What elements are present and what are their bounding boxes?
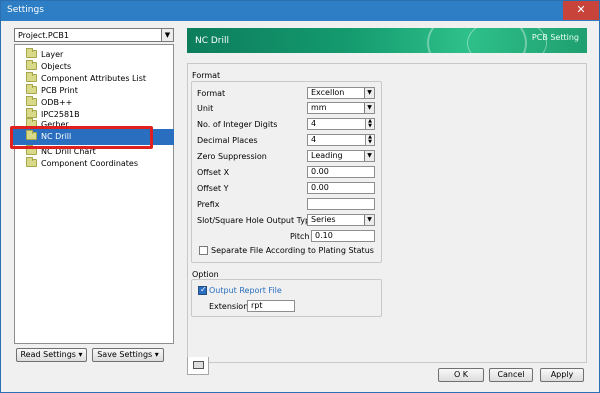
format-select[interactable]: Excellon ▼ [307, 87, 375, 99]
project-select[interactable]: Project.PCB1 ▼ [14, 28, 174, 42]
pitch-input[interactable]: 0.10 [311, 230, 375, 242]
tree-item-label: Component Attributes List [41, 74, 147, 83]
page-title: NC Drill [195, 36, 230, 46]
unit-select-value: mm [311, 103, 327, 112]
folder-icon [26, 72, 37, 82]
offset-y-input[interactable]: 0.00 [307, 182, 375, 194]
tree-item-label: Component Coordinates [41, 159, 139, 168]
spinner-arrows-icon[interactable]: ▲ ▼ [365, 119, 374, 129]
integer-digits-label: No. of Integer Digits [197, 120, 278, 129]
slot-output-type-select[interactable]: Series ▼ [307, 214, 375, 226]
offset-x-label: Offset X [197, 168, 230, 177]
title-bar: Settings ✕ [1, 1, 599, 21]
read-settings-button[interactable]: Read Settings ▾ [16, 348, 87, 362]
output-report-label: Output Report File [209, 286, 282, 295]
tree-item-label: IPC2581B [41, 110, 80, 119]
separate-file-checkbox[interactable] [199, 246, 208, 255]
chevron-down-icon: ▾ [78, 350, 83, 359]
chevron-down-icon[interactable]: ▼ [364, 215, 374, 225]
unit-label: Unit [197, 104, 214, 113]
chevron-down-icon: ▾ [154, 350, 159, 359]
unit-select[interactable]: mm ▼ [307, 102, 375, 114]
integer-digits-value: 4 [311, 119, 317, 128]
extension-value: rpt [251, 301, 263, 310]
prefix-input[interactable] [307, 198, 375, 210]
read-settings-label: Read Settings [20, 350, 76, 359]
tree-item-component-attributes-list[interactable]: Component Attributes List [26, 72, 147, 85]
chevron-down-icon[interactable]: ▼ [364, 88, 374, 98]
settings-window: Settings ✕ Project.PCB1 ▼ Layer Objects … [0, 0, 600, 393]
close-button[interactable]: ✕ [563, 1, 599, 20]
folder-icon [26, 60, 37, 70]
project-select-value: Project.PCB1 [18, 31, 69, 40]
chevron-down-icon[interactable]: ▼ [161, 29, 173, 41]
selection-highlight-frame [10, 126, 153, 149]
cancel-button[interactable]: Cancel [489, 368, 533, 382]
extension-input[interactable]: rpt [247, 300, 295, 312]
folder-icon [26, 157, 37, 167]
decimal-places-value: 4 [311, 135, 317, 144]
zero-suppression-label: Zero Suppression [197, 152, 267, 161]
tree-item-label: ODB++ [41, 98, 73, 107]
output-report-checkbox[interactable] [198, 285, 207, 295]
offset-x-input[interactable]: 0.00 [307, 166, 375, 178]
tree-item-label: Layer [41, 50, 64, 59]
spinner-arrows-icon[interactable]: ▲ ▼ [365, 135, 374, 145]
save-settings-label: Save Settings [97, 350, 153, 359]
prefix-label: Prefix [197, 200, 220, 209]
tree-item-label: PCB Print [41, 86, 78, 95]
extension-label: Extension [209, 302, 249, 311]
folder-icon [26, 84, 37, 94]
tree-item-label: Objects [41, 62, 72, 71]
decimal-places-spinner[interactable]: 4 ▲ ▼ [307, 134, 375, 146]
offset-y-value: 0.00 [311, 183, 329, 192]
apply-button[interactable]: Apply [540, 368, 584, 382]
pitch-label: Pitch [290, 232, 310, 241]
page-subtitle: PCB Setting [531, 33, 579, 42]
format-label: Format [197, 89, 226, 98]
save-settings-button[interactable]: Save Settings ▾ [92, 348, 164, 362]
tree-item-pcb-print[interactable]: PCB Print [26, 84, 78, 97]
folder-icon [26, 108, 37, 118]
folder-icon [26, 96, 37, 106]
slot-output-type-label: Slot/Square Hole Output Type [197, 216, 316, 225]
ok-button[interactable]: O K [438, 368, 484, 382]
offset-x-value: 0.00 [311, 167, 329, 176]
printer-icon [193, 361, 204, 369]
pitch-value: 0.10 [315, 231, 333, 240]
header-banner: NC Drill PCB Setting [187, 28, 587, 53]
window-title: Settings [7, 5, 44, 15]
zero-suppression-value: Leading [311, 151, 343, 160]
offset-y-label: Offset Y [197, 184, 229, 193]
tree-item-component-coordinates[interactable]: Component Coordinates [26, 157, 139, 170]
separate-file-label: Separate File According to Plating Statu… [211, 246, 374, 255]
decimal-places-label: Decimal Places [197, 136, 258, 145]
chevron-down-icon[interactable]: ▼ [364, 151, 374, 161]
slot-output-type-value: Series [311, 215, 336, 224]
folder-icon [26, 48, 37, 58]
chevron-down-icon[interactable]: ▼ [364, 103, 374, 113]
print-tab[interactable] [187, 357, 209, 375]
format-select-value: Excellon [311, 88, 345, 97]
integer-digits-spinner[interactable]: 4 ▲ ▼ [307, 118, 375, 130]
format-group-title: Format [192, 71, 221, 80]
option-group-title: Option [192, 270, 219, 279]
zero-suppression-select[interactable]: Leading ▼ [307, 150, 375, 162]
